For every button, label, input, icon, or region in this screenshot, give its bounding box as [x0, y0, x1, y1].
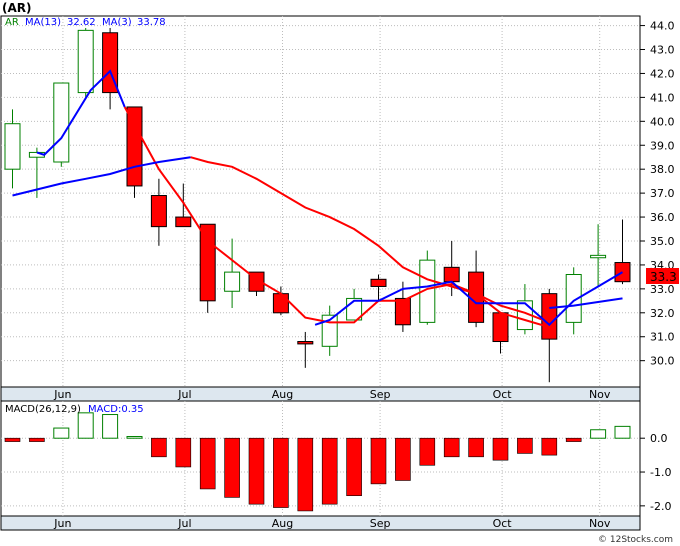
macd-bar-negative — [297, 437, 314, 512]
macd-bar-negative — [541, 437, 558, 456]
price-y-tick-label: 33.0 — [650, 283, 675, 296]
site-credit: © 12Stocks.com — [598, 535, 673, 545]
macd-y-tick-label: -2.0 — [650, 500, 671, 513]
price-y-tick-label: 41.0 — [650, 91, 675, 104]
candle-up — [77, 29, 94, 94]
price-y-tick-label: 38.0 — [650, 163, 675, 176]
stock-chart: (AR) 30.031.032.033.034.035.036.037.038.… — [0, 0, 680, 546]
legend-ma13-label: MA(13) — [25, 17, 61, 28]
macd-bar-negative — [321, 437, 338, 505]
price-y-tick-label: 32.0 — [650, 307, 675, 320]
macd-bar-negative — [395, 437, 411, 481]
macd-bar-negative — [273, 437, 289, 508]
candle-up — [590, 254, 607, 259]
macd-bar-negative — [468, 437, 484, 458]
candle-down — [126, 106, 143, 187]
macd-bar-negative — [419, 437, 436, 466]
legend-ma13-value: 32.62 — [67, 17, 96, 28]
macd-bar-negative — [517, 437, 533, 454]
candle-down — [297, 341, 314, 345]
macd-bar-positive — [77, 412, 94, 439]
candle-down — [492, 312, 509, 343]
candle-down — [175, 216, 192, 228]
price-y-tick-label: 39.0 — [650, 139, 675, 152]
macd-x-tick-label: Jun — [53, 517, 71, 530]
legend-ma3-label: MA(3) — [102, 17, 132, 28]
price-y-tick-label: 40.0 — [650, 115, 675, 128]
candle-up — [224, 271, 241, 292]
macd-date-band — [0, 515, 641, 531]
price-y-tick-label: 31.0 — [650, 331, 675, 344]
price-y-tick-label: 37.0 — [650, 187, 675, 200]
macd-panel: 0.0 -1.0 -2.0 Jun Jul Aug Sep Oct Nov MACD(26,1… — [0, 400, 671, 531]
macd-bar-negative — [346, 437, 362, 497]
macd-bar-positive — [102, 414, 119, 439]
macd-bar-negative — [492, 437, 509, 461]
macd-legend-title: MACD(26,12,9) — [5, 404, 81, 415]
price-panel: 30.031.032.033.034.035.036.037.038.039.0… — [0, 15, 679, 402]
macd-x-tick-label: Aug — [272, 517, 293, 530]
macd-bar-negative — [565, 437, 582, 442]
candle-down — [370, 278, 387, 287]
price-x-tick-label: Nov — [589, 388, 611, 401]
price-x-tick-label: Oct — [493, 388, 513, 401]
macd-x-tick-label: Jul — [177, 517, 191, 530]
price-y-tick-label: 30.0 — [650, 355, 675, 368]
candle-up — [53, 82, 70, 163]
candle-down — [443, 266, 460, 283]
legend-ma3-value: 33.78 — [137, 17, 166, 28]
price-x-tick-label: Jun — [53, 388, 71, 401]
macd-bar-negative — [248, 437, 265, 505]
price-date-band — [0, 386, 641, 402]
macd-bar-negative — [370, 437, 387, 485]
price-y-tick-label: 44.0 — [650, 20, 675, 33]
price-x-tick-label: Jul — [177, 388, 191, 401]
macd-bar-negative — [175, 437, 192, 468]
price-y-tick-label: 35.0 — [650, 235, 675, 248]
macd-bar-negative — [443, 437, 460, 458]
macd-bar-negative — [199, 437, 216, 490]
price-y-tick-label: 36.0 — [650, 211, 675, 224]
price-y-tick-label: 42.0 — [650, 67, 675, 80]
macd-bar-negative — [151, 437, 167, 458]
macd-bar-negative — [224, 437, 240, 498]
price-x-tick-label: Aug — [272, 388, 293, 401]
macd-x-tick-label: Sep — [370, 517, 391, 530]
candle-down — [150, 195, 167, 228]
macd-x-tick-label: Oct — [493, 517, 513, 530]
macd-bar-positive — [614, 425, 631, 439]
macd-x-tick-label: Nov — [589, 517, 611, 530]
macd-panel-frame — [0, 400, 641, 517]
macd-legend-value: MACD:0.35 — [88, 404, 144, 415]
macd-bar-negative — [4, 437, 21, 442]
candle-down — [272, 293, 289, 314]
candle-down — [541, 293, 558, 340]
price-y-tick-label: 43.0 — [650, 44, 675, 57]
price-x-tick-label: Sep — [370, 388, 391, 401]
price-legend: AR MA(13) 32.62 MA(3) 33.78 — [5, 17, 166, 28]
macd-y-tick-label: 0.0 — [650, 432, 668, 445]
macd-bar-positive — [53, 427, 70, 439]
candle-down — [394, 297, 411, 326]
macd-y-tick-label: -1.0 — [650, 466, 671, 479]
macd-bar-positive — [126, 436, 143, 439]
legend-symbol: AR — [5, 17, 19, 28]
candle-down — [199, 223, 216, 302]
macd-bar-positive — [590, 429, 607, 439]
last-price-label: 33.3 — [650, 270, 677, 284]
candle-up — [4, 123, 21, 170]
ticker-title: (AR) — [2, 1, 32, 15]
macd-bar-negative — [29, 437, 45, 442]
